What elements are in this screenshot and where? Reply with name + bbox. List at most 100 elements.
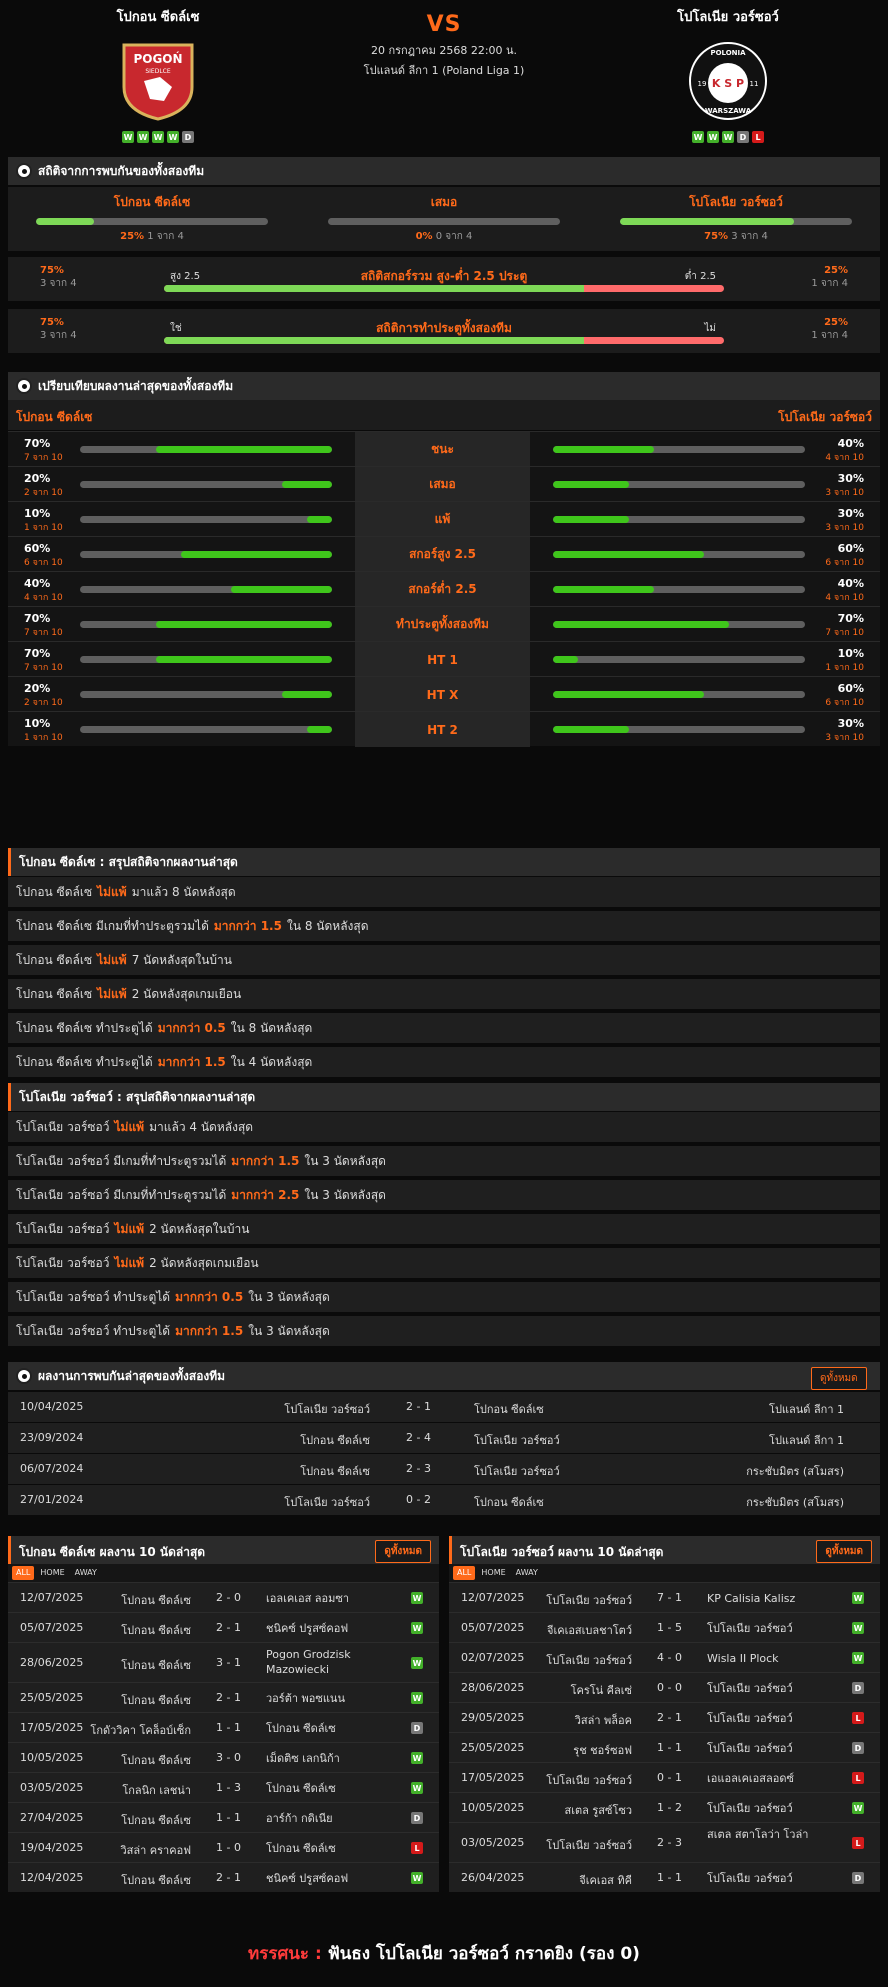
away-form: WWWDL [618, 131, 838, 143]
match-row[interactable]: 29/05/2025 วิสล่า พล็อค 2 - 1 โปโลเนีย วอร์… [449, 1702, 880, 1732]
match-row[interactable]: 12/04/2025 โปกอน ซีดล์เซ 2 - 1 ชนิคซ์ ปรูสซ… [8, 1862, 439, 1892]
match-row[interactable]: 10/05/2025 โปกอน ซีดล์เซ 3 - 0 เม็ดติซ เลกน… [8, 1742, 439, 1772]
match-row[interactable]: 25/05/2025 โปกอน ซีดล์เซ 2 - 1 วอร์ต้า พอซแ… [8, 1682, 439, 1712]
text: โปโลเนีย วอร์ซอว์ [16, 1119, 110, 1134]
highlight: ไม่แพ้ [114, 1119, 145, 1134]
match-row[interactable]: 03/05/2025 โปโลเนีย วอร์ซอว์ 2 - 3 สเตล สตา… [449, 1822, 880, 1862]
away-pct: 70% 7 จาก 10 [825, 612, 864, 639]
away-summary-header: โปโลเนีย วอร์ซอว์ : สรุปสถิติจากผลงานล่า… [8, 1083, 880, 1111]
text: โปกอน ซีดล์เซ [121, 1754, 191, 1767]
summary-row: โปกอน ซีดล์เซ ไม่แพ้ 2 นัดหลังสุดเกมเยือน [8, 979, 880, 1009]
highlight: มากกว่า 0.5 [175, 1289, 244, 1304]
text: Wisla II Plock [707, 1652, 779, 1665]
match-row[interactable]: 17/05/2025 โกดัววิคา โคล็อบ์เซ็ก 1 - 1 โปกอ… [8, 1712, 439, 1742]
away-pct: 30% 3 จาก 10 [825, 507, 864, 534]
text: 30% [837, 507, 864, 520]
text: โปโลเนีย วอร์ซอว์ มีเกมที่ทำประตูรวมได้ [16, 1153, 227, 1168]
h2h-away: โปโลเนีย วอร์ซอว์ 75% 3 จาก 4 [620, 193, 852, 244]
result-badge: L [411, 1842, 423, 1854]
text: 06/07/2024 [20, 1462, 84, 1475]
away-bar [553, 621, 805, 628]
svg-text:K S P: K S P [712, 77, 744, 90]
text: วอร์ต้า พอซแนน [266, 1692, 345, 1705]
summary-row: โปโลเนีย วอร์ซอว์ ไม่แพ้ 2 นัดหลังสุดในบ้า… [8, 1214, 880, 1244]
h2h-row[interactable]: 23/09/2024 โปกอน ซีดล์เซ 2 - 4 โปโลเนีย วอร… [8, 1423, 880, 1453]
result-badge: W [411, 1782, 423, 1794]
text: 1 - 1 [657, 1741, 682, 1754]
text: ใน 3 นัดหลังสุด [304, 1187, 386, 1202]
result-badge: D [852, 1742, 864, 1754]
text: 10/05/2025 [461, 1801, 525, 1814]
home-team-logo: POGOŃ SIEDLCE [118, 41, 198, 121]
text: 3 - 0 [216, 1751, 241, 1764]
result-badge: L [852, 1837, 864, 1849]
match-row[interactable]: 10/05/2025 สเตล รูสซ์โซว 1 - 2 โปโลเนีย วอร… [449, 1792, 880, 1822]
tab-away[interactable]: AWAY [71, 1566, 101, 1580]
match-row[interactable]: 27/04/2025 โปกอน ซีดล์เซ 1 - 1 อาร์ก้า กดิเ… [8, 1802, 439, 1832]
home-count: 2 จาก 10 [24, 698, 63, 708]
home-last10-view-all-button[interactable]: ดูทั้งหมด [375, 1540, 431, 1563]
compare-row: 70% 7 จาก 10 ชนะ 40% 4 จาก 10 [8, 431, 880, 467]
away-team[interactable]: โปโลเนีย วอร์ซอว์ POLONIA WARSZAWA 19 11… [618, 6, 838, 143]
text: ใน 8 นัดหลังสุด [230, 1020, 313, 1035]
result-badge: W [411, 1622, 423, 1634]
match-row[interactable]: 02/07/2025 โปโลเนีย วอร์ซอว์ 4 - 0 Wisla II… [449, 1642, 880, 1672]
result-badge: D [852, 1872, 864, 1884]
highlight: มากกว่า 1.5 [175, 1323, 244, 1338]
text: 1 - 3 [216, 1781, 241, 1794]
match-row[interactable]: 05/07/2025 จีเคเอสเบลชาโตว์ 1 - 5 โปโลเนีย … [449, 1612, 880, 1642]
match-row[interactable]: 17/05/2025 โปโลเนีย วอร์ซอว์ 0 - 1 เอแอลเคเ… [449, 1762, 880, 1792]
tab-away[interactable]: AWAY [512, 1566, 542, 1580]
text: โปกอน ซีดล์เซ [121, 1624, 191, 1637]
match-row[interactable]: 12/07/2025 โปโลเนีย วอร์ซอว์ 7 - 1 KP Calis… [449, 1582, 880, 1612]
compare-label: สกอร์ต่ำ 2.5 [355, 572, 530, 607]
text: โปโลเนีย วอร์ซอว์ [284, 1496, 370, 1509]
home-last10-header: โปกอน ซีดล์เซ ผลงาน 10 นัดล่าสุด ดูทั้งห… [8, 1536, 439, 1564]
match-row[interactable]: 26/04/2025 จีเคเอส ทิคี 1 - 1 โปโลเนีย วอร์… [449, 1862, 880, 1892]
match-row[interactable]: 12/07/2025 โปกอน ซีดล์เซ 2 - 0 เอลเคเอส ลอม… [8, 1582, 439, 1612]
match-row[interactable]: 05/07/2025 โปกอน ซีดล์เซ 2 - 1 ชนิคซ์ ปรูสซ… [8, 1612, 439, 1642]
text: 2 - 1 [657, 1711, 682, 1724]
h2h-row[interactable]: 27/01/2024 โปโลเนีย วอร์ซอว์ 0 - 2 โปกอน ซี… [8, 1485, 880, 1515]
tab-all[interactable]: ALL [12, 1566, 35, 1580]
match-row[interactable]: 19/04/2025 วิสล่า คราคอฟ 1 - 0 โปกอน ซีดล์เ… [8, 1832, 439, 1862]
text: โปกอน ซีดล์เซ [121, 1814, 191, 1827]
away-pct: 30% 3 จาก 10 [825, 717, 864, 744]
h2h-view-all-button[interactable]: ดูทั้งหมด [811, 1367, 867, 1390]
h2h-row[interactable]: 06/07/2024 โปกอน ซีดล์เซ 2 - 3 โปโลเนีย วอร… [8, 1454, 880, 1484]
text: 2 นัดหลังสุดเกมเยือน [149, 1255, 259, 1270]
text: 2 นัดหลังสุดในบ้าน [149, 1221, 250, 1236]
highlight: มากกว่า 0.5 [157, 1020, 226, 1035]
text: โปกอน ซีดล์เซ [266, 1722, 336, 1735]
text: 05/07/2025 [461, 1621, 525, 1634]
home-team[interactable]: โปกอน ซีดล์เซ POGOŃ SIEDLCE WWWWD [48, 6, 268, 143]
home-pct: 10% 1 จาก 10 [24, 507, 63, 534]
text: 1 - 2 [657, 1801, 682, 1814]
text: โครโน่ คีลเซ่ [570, 1684, 632, 1697]
h2h-draw-bar [328, 218, 560, 225]
home-count: 7 จาก 10 [24, 663, 63, 673]
over-under-row: 75% 3 จาก 4 สูง 2.5 สถิติสกอร์รวม สูง-ต่ำ… [8, 257, 880, 301]
tab-home[interactable]: HOME [36, 1566, 68, 1580]
away-bar [553, 586, 805, 593]
tab-home[interactable]: HOME [477, 1566, 509, 1580]
text: โปกอน ซีดล์เซ มีเกมที่ทำประตูรวมได้ [16, 918, 209, 933]
match-row[interactable]: 28/06/2025 โครโน่ คีลเซ่ 0 - 0 โปโลเนีย วอร… [449, 1672, 880, 1702]
form-badge: W [137, 131, 149, 143]
text: 20% [24, 682, 51, 695]
match-row[interactable]: 28/06/2025 โปกอน ซีดล์เซ 3 - 1 Pogon Grodzi… [8, 1642, 439, 1682]
text: โปโลเนีย วอร์ซอว์ [546, 1774, 632, 1787]
result-badge: L [852, 1772, 864, 1784]
home-count: 7 จาก 10 [24, 628, 63, 638]
result-badge: D [852, 1682, 864, 1694]
text: 28/06/2025 [20, 1656, 84, 1669]
away-last10-view-all-button[interactable]: ดูทั้งหมด [816, 1540, 872, 1563]
match-row[interactable]: 03/05/2025 โกลนิก เลชน่า 1 - 3 โปกอน ซีดล์เ… [8, 1772, 439, 1802]
btts-row: 75% 3 จาก 4 ใช่ สถิติการทำประตูทั้งสองทีม… [8, 309, 880, 353]
h2h-row[interactable]: 10/04/2025 โปโลเนีย วอร์ซอว์ 2 - 1 โปกอน ซี… [8, 1392, 880, 1422]
match-row[interactable]: 25/05/2025 รุช ชอร์ซอฟ 1 - 1 โปโลเนีย วอร์ซ… [449, 1732, 880, 1762]
h2h-results-header: ผลงานการพบกันล่าสุดของทั้งสองทีม [8, 1362, 880, 1390]
form-badge: W [122, 131, 134, 143]
home-count: 7 จาก 10 [24, 453, 63, 463]
tab-all[interactable]: ALL [453, 1566, 476, 1580]
